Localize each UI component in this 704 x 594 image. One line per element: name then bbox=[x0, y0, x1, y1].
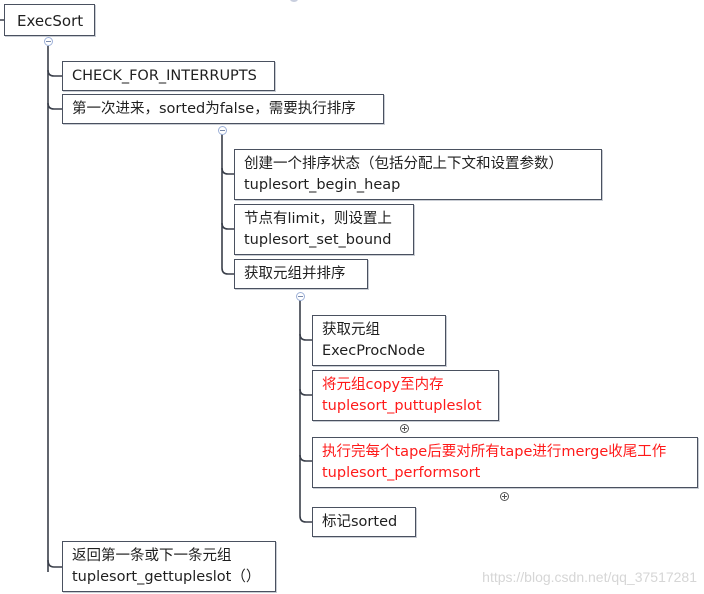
node-text-line1: 获取元组 bbox=[322, 322, 380, 338]
node-text-line2: tuplesort_gettupleslot（） bbox=[72, 569, 261, 585]
watermark-text: https://blog.csdn.net/qq_37517281 bbox=[482, 569, 697, 585]
node-text-line2: tuplesort_puttupleslot bbox=[322, 398, 482, 414]
node-exec-proc-node[interactable]: 获取元组 ExecProcNode bbox=[312, 315, 446, 366]
node-fetch-and-sort[interactable]: 获取元组并排序 bbox=[234, 259, 368, 289]
connector-check bbox=[47, 69, 62, 77]
node-performsort[interactable]: 执行完每个tape后要对所有tape进行merge收尾工作 tuplesort_… bbox=[312, 437, 698, 488]
connector-perform bbox=[299, 454, 312, 462]
node-mark-sorted[interactable]: 标记sorted bbox=[312, 507, 416, 537]
node-text-line2: tuplesort_performsort bbox=[322, 465, 481, 481]
node-set-bound[interactable]: 节点有limit，则设置上 tuplesort_set_bound bbox=[234, 204, 414, 255]
node-text-line2: ExecProcNode bbox=[322, 343, 426, 359]
connector-return bbox=[47, 559, 62, 568]
connector-bound bbox=[221, 222, 234, 230]
node-text-line1: 返回第一条或下一条元组 bbox=[72, 548, 232, 564]
connector-procnode bbox=[299, 333, 312, 341]
node-text: 标记sorted bbox=[322, 514, 398, 530]
node-text-line2: tuplesort_set_bound bbox=[244, 232, 392, 248]
expand-plus-icon[interactable] bbox=[500, 492, 509, 501]
connector-fetch bbox=[221, 267, 234, 275]
node-text-line1: 创建一个排序状态（包括分配上下文和设置参数） bbox=[244, 156, 563, 172]
node-text-line1: 将元组copy至内存 bbox=[322, 377, 444, 393]
node-puttupleslot[interactable]: 将元组copy至内存 tuplesort_puttupleslot bbox=[312, 370, 499, 421]
connector-mark bbox=[299, 515, 312, 523]
node-first-entry-sort[interactable]: 第一次进来，sorted为false，需要执行排序 bbox=[62, 94, 384, 124]
node-gettupleslot[interactable]: 返回第一条或下一条元组 tuplesort_gettupleslot（） bbox=[62, 541, 276, 592]
node-text: 获取元组并排序 bbox=[244, 266, 346, 282]
collapse-minus-icon[interactable] bbox=[296, 292, 305, 301]
connector-begin bbox=[221, 167, 234, 175]
connector-put bbox=[299, 388, 312, 396]
root-node-execsort[interactable]: ExecSort bbox=[4, 4, 95, 36]
root-label: ExecSort bbox=[17, 12, 84, 30]
collapse-minus-icon[interactable] bbox=[218, 126, 227, 135]
node-text: 第一次进来，sorted为false，需要执行排序 bbox=[72, 101, 356, 117]
node-begin-heap[interactable]: 创建一个排序状态（包括分配上下文和设置参数） tuplesort_begin_h… bbox=[234, 149, 602, 200]
node-text-line1: 执行完每个tape后要对所有tape进行merge收尾工作 bbox=[322, 444, 667, 460]
connector-first bbox=[47, 102, 62, 110]
node-text-line1: 节点有limit，则设置上 bbox=[244, 211, 392, 227]
node-text-line2: tuplesort_begin_heap bbox=[244, 177, 401, 193]
collapse-minus-icon[interactable] bbox=[44, 37, 53, 46]
node-text: CHECK_FOR_INTERRUPTS bbox=[72, 68, 257, 84]
node-check-for-interrupts[interactable]: CHECK_FOR_INTERRUPTS bbox=[62, 61, 275, 91]
expand-plus-icon[interactable] bbox=[400, 424, 409, 433]
